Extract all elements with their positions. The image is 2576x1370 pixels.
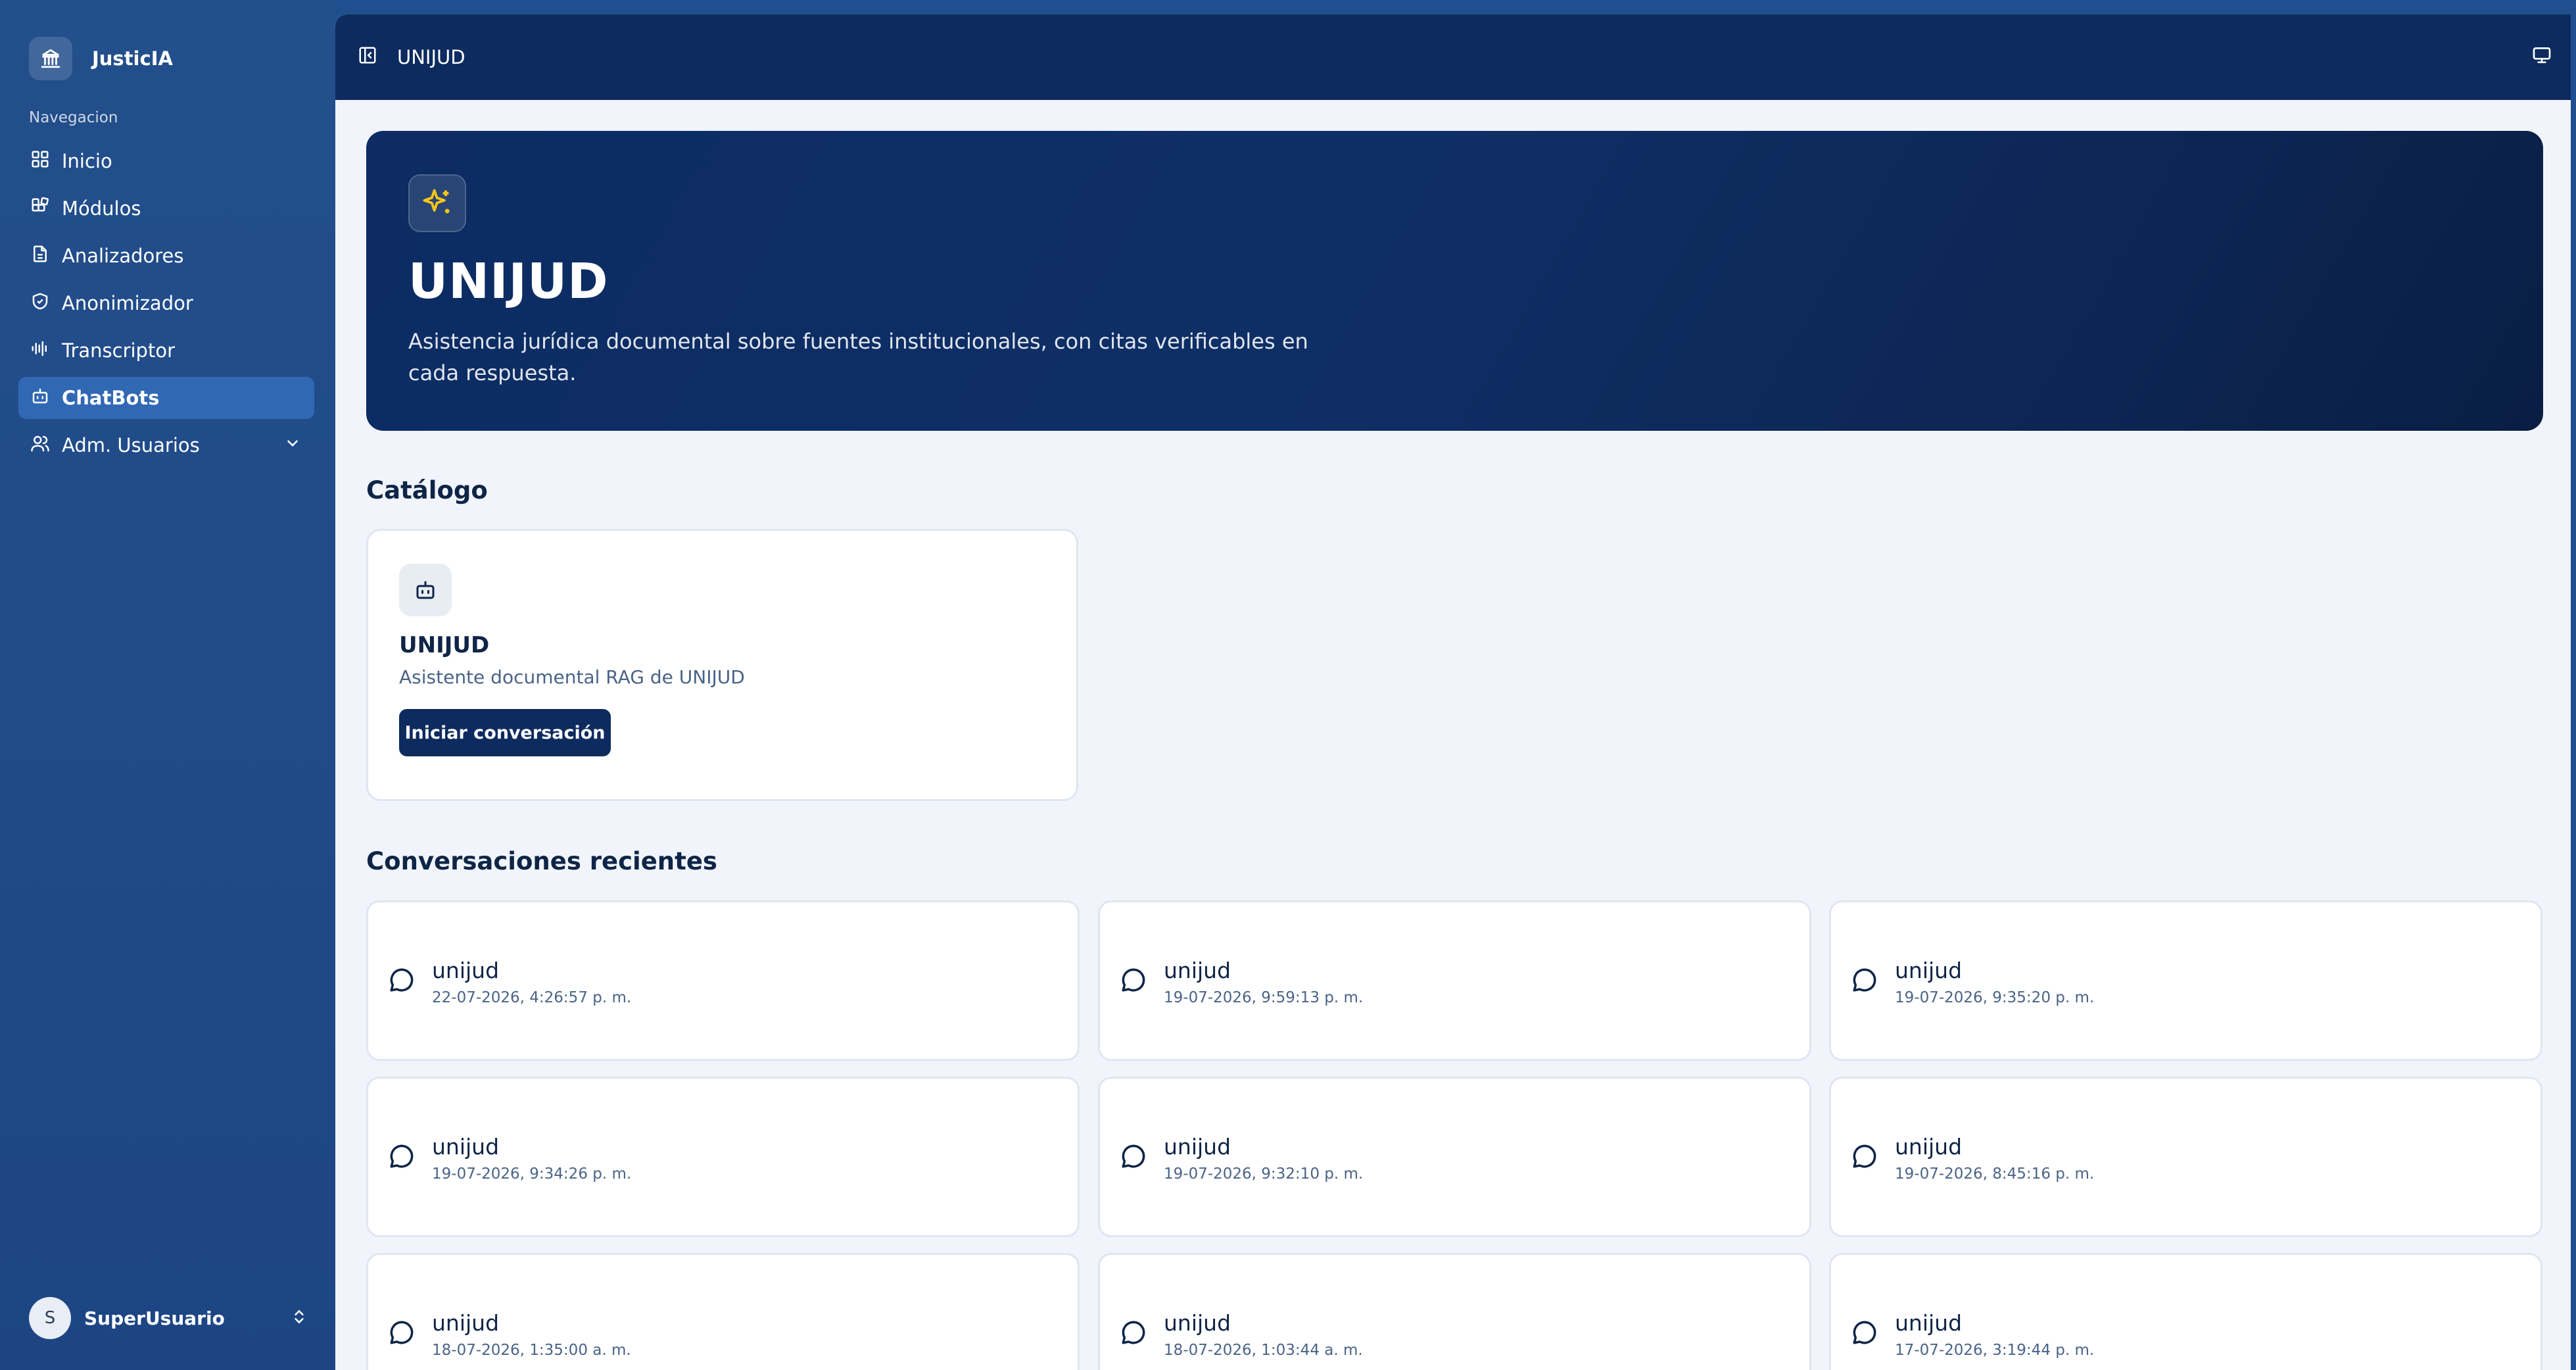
users-icon xyxy=(30,433,50,458)
conversation-card[interactable]: unijud 18-07-2026, 1:35:00 a. m. xyxy=(366,1253,1080,1370)
conversation-card[interactable]: unijud 19-07-2026, 8:45:16 p. m. xyxy=(1829,1077,2542,1237)
bot-icon xyxy=(399,564,452,616)
sidebar-item-anonimizador[interactable]: Anonimizador xyxy=(18,282,314,324)
topbar: UNIJUD xyxy=(335,14,2571,100)
sidebar-item-label: Módulos xyxy=(62,197,141,220)
grid-icon xyxy=(30,149,50,174)
recent-conversations-title: Conversaciones recientes xyxy=(366,847,717,875)
message-circle-icon xyxy=(388,1142,416,1173)
conversation-date: 18-07-2026, 1:03:44 a. m. xyxy=(1164,1342,1363,1359)
user-menu[interactable]: S SuperUsuario xyxy=(29,1297,308,1339)
message-circle-icon xyxy=(1120,1319,1147,1349)
conversation-name: unijud xyxy=(1164,1134,1231,1160)
conversation-date: 19-07-2026, 9:35:20 p. m. xyxy=(1895,989,2095,1006)
chevrons-up-down-icon[interactable] xyxy=(291,1307,308,1329)
sidebar-toggle-icon[interactable] xyxy=(358,45,377,70)
conversation-name: unijud xyxy=(432,958,500,983)
sidebar-item-label: ChatBots xyxy=(62,387,160,409)
sparkles-icon xyxy=(408,174,466,232)
conversation-date: 22-07-2026, 4:26:57 p. m. xyxy=(432,989,632,1006)
sidebar: JusticIA Navegacion Inicio Módulos Anali… xyxy=(0,0,335,1370)
conversation-date: 19-07-2026, 9:34:26 p. m. xyxy=(432,1165,632,1183)
conversation-name: unijud xyxy=(432,1310,500,1336)
bank-icon xyxy=(29,37,72,80)
sidebar-item-analizadores[interactable]: Analizadores xyxy=(18,235,314,277)
conversation-date: 19-07-2026, 8:45:16 p. m. xyxy=(1895,1165,2095,1183)
sidebar-item-label: Transcriptor xyxy=(62,339,176,362)
message-circle-icon xyxy=(1120,1142,1147,1173)
sidebar-item-modulos[interactable]: Módulos xyxy=(18,187,314,230)
chevron-down-icon[interactable] xyxy=(284,434,301,456)
brand[interactable]: JusticIA xyxy=(29,37,173,80)
start-conversation-button[interactable]: Iniciar conversación xyxy=(399,709,611,756)
conversation-card[interactable]: unijud 18-07-2026, 1:03:44 a. m. xyxy=(1098,1253,1811,1370)
conversation-name: unijud xyxy=(1164,958,1231,983)
sidebar-item-label: Analizadores xyxy=(62,245,184,267)
hero-description: Asistencia jurídica documental sobre fue… xyxy=(408,329,1308,385)
conversation-date: 17-07-2026, 3:19:44 p. m. xyxy=(1895,1342,2095,1359)
chatbot-description: Asistente documental RAG de UNIJUD xyxy=(399,666,745,688)
conversation-card[interactable]: unijud 19-07-2026, 9:59:13 p. m. xyxy=(1098,900,1811,1061)
shield-icon xyxy=(30,291,50,316)
conversation-date: 18-07-2026, 1:35:00 a. m. xyxy=(432,1342,631,1359)
conversation-name: unijud xyxy=(432,1134,500,1160)
catalog-card: UNIJUD Asistente documental RAG de UNIJU… xyxy=(366,529,1078,801)
sidebar-item-transcriptor[interactable]: Transcriptor xyxy=(18,330,314,372)
conversation-card[interactable]: unijud 17-07-2026, 3:19:44 p. m. xyxy=(1829,1253,2542,1370)
main-content: UNIJUD UNIJUD Asistencia jurídica docume… xyxy=(335,14,2571,1370)
page-title: UNIJUD xyxy=(397,46,465,68)
message-circle-icon xyxy=(1851,966,1878,996)
hero-banner: UNIJUD Asistencia jurídica documental so… xyxy=(366,131,2543,431)
avatar: S xyxy=(29,1297,71,1339)
sidebar-item-inicio[interactable]: Inicio xyxy=(18,140,314,182)
sidebar-nav: Inicio Módulos Analizadores Anonimizador… xyxy=(18,140,314,472)
sidebar-item-label: Adm. Usuarios xyxy=(62,434,200,456)
message-circle-icon xyxy=(1120,966,1147,996)
document-icon xyxy=(30,244,50,268)
catalog-title: Catálogo xyxy=(366,476,488,504)
conversation-name: unijud xyxy=(1895,1134,1963,1160)
monitor-icon[interactable] xyxy=(2531,45,2552,70)
conversation-date: 19-07-2026, 9:59:13 p. m. xyxy=(1164,989,1364,1006)
nav-section-title: Navegacion xyxy=(29,109,118,126)
message-circle-icon xyxy=(388,966,416,996)
app-name: JusticIA xyxy=(92,47,173,70)
audio-waveform-icon xyxy=(30,339,50,363)
sidebar-item-label: Anonimizador xyxy=(62,292,193,314)
conversation-name: unijud xyxy=(1895,958,1963,983)
message-circle-icon xyxy=(1851,1142,1878,1173)
conversation-name: unijud xyxy=(1895,1310,1963,1336)
bot-icon xyxy=(30,386,50,410)
conversation-card[interactable]: unijud 19-07-2026, 9:34:26 p. m. xyxy=(366,1077,1080,1237)
conversation-date: 19-07-2026, 9:32:10 p. m. xyxy=(1164,1165,1364,1183)
sidebar-item-adm-usuarios[interactable]: Adm. Usuarios xyxy=(18,424,314,466)
chatbot-name: UNIJUD xyxy=(399,632,490,658)
user-name: SuperUsuario xyxy=(84,1307,225,1329)
blocks-icon xyxy=(30,197,50,221)
conversation-name: unijud xyxy=(1164,1310,1231,1336)
sidebar-item-chatbots[interactable]: ChatBots xyxy=(18,377,314,419)
message-circle-icon xyxy=(1851,1319,1878,1349)
sidebar-item-label: Inicio xyxy=(62,150,112,172)
conversation-card[interactable]: unijud 22-07-2026, 4:26:57 p. m. xyxy=(366,900,1080,1061)
hero-title: UNIJUD xyxy=(408,253,609,310)
message-circle-icon xyxy=(388,1319,416,1349)
conversation-card[interactable]: unijud 19-07-2026, 9:35:20 p. m. xyxy=(1829,900,2542,1061)
conversation-card[interactable]: unijud 19-07-2026, 9:32:10 p. m. xyxy=(1098,1077,1811,1237)
